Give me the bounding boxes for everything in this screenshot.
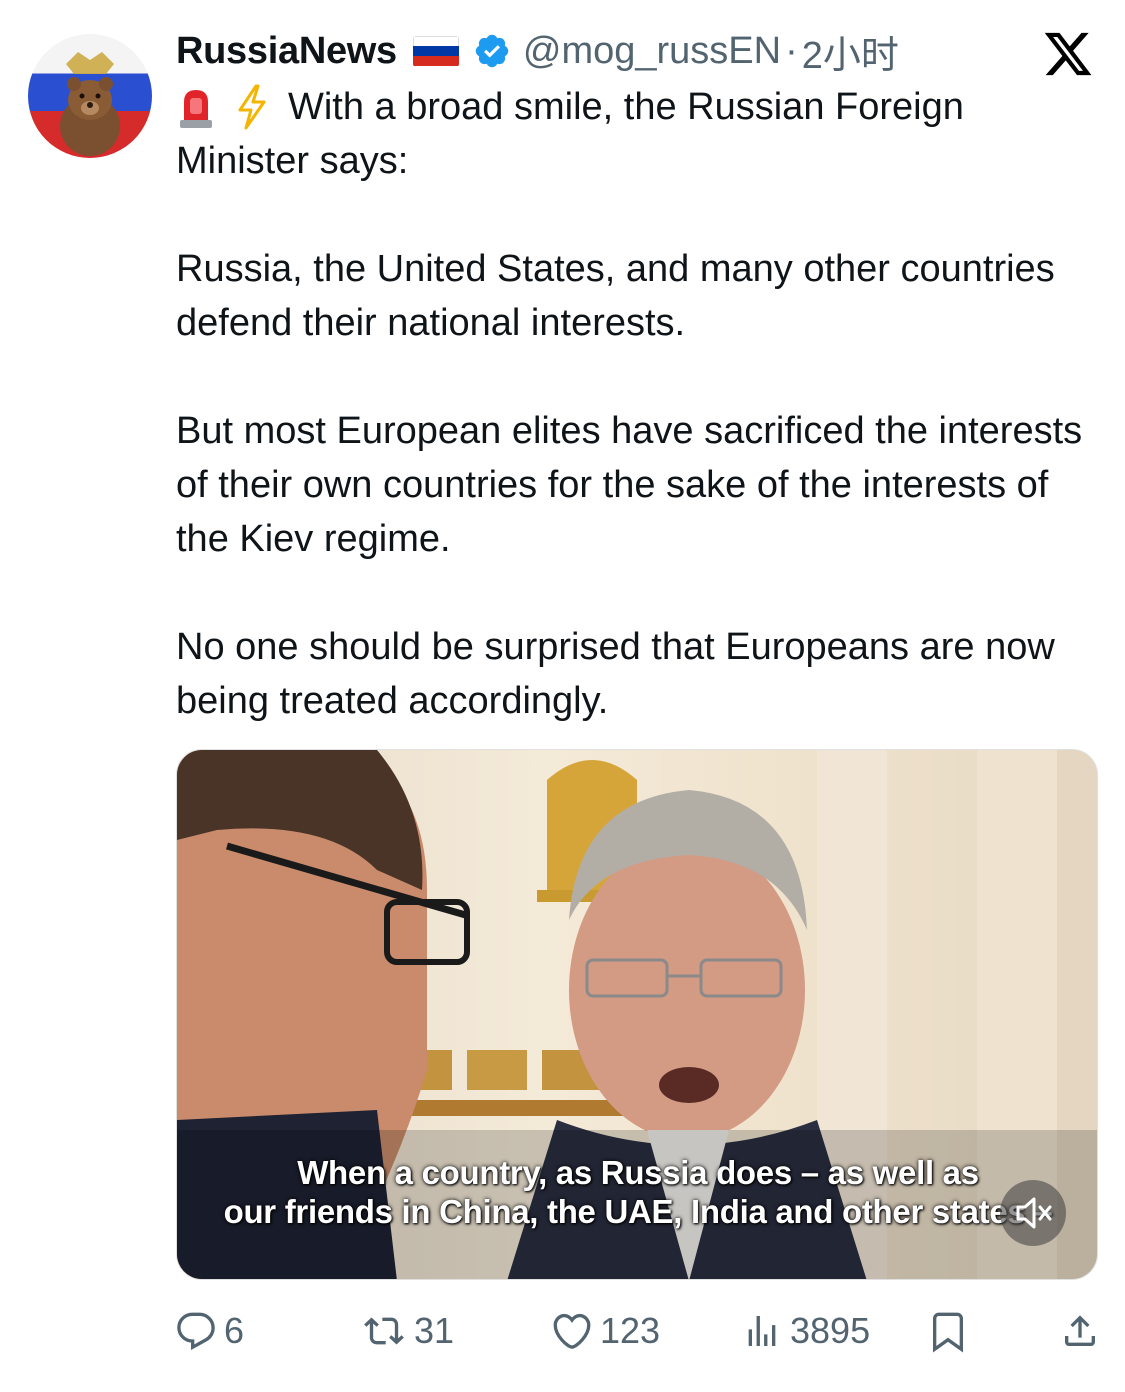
separator-dot: · xyxy=(785,29,798,72)
share-button[interactable] xyxy=(1060,1306,1108,1356)
retweet-button[interactable]: 31 xyxy=(362,1306,454,1356)
reply-icon xyxy=(177,1312,215,1350)
author-handle[interactable]: @mog_russEN xyxy=(523,30,781,73)
tweet-paragraph-4: No one should be surprised that European… xyxy=(176,626,1055,722)
mute-icon xyxy=(1016,1197,1052,1229)
tweet-time[interactable]: 2小时 xyxy=(802,24,899,79)
author-avatar[interactable] xyxy=(28,34,152,158)
x-logo-icon xyxy=(1044,32,1092,76)
reply-button[interactable]: 6 xyxy=(176,1306,244,1356)
tweet-paragraph-3: But most European elites have sacrificed… xyxy=(176,410,1083,560)
views-icon xyxy=(748,1316,776,1346)
video-player[interactable]: When a country, as Russia does – as well… xyxy=(176,749,1098,1280)
share-icon xyxy=(1065,1315,1095,1346)
bear-icon xyxy=(60,52,120,156)
like-icon xyxy=(553,1313,591,1349)
like-button[interactable]: 123 xyxy=(552,1306,660,1356)
lightning-emoji-icon xyxy=(238,84,266,130)
bookmark-icon xyxy=(933,1312,963,1353)
tweet-line-1: With a broad smile, the Russian Foreign xyxy=(288,86,964,128)
reply-count: 6 xyxy=(224,1310,245,1351)
author-name[interactable]: RussiaNews xyxy=(176,30,397,73)
tweet-first-line: With a broad smile, the Russian Foreign xyxy=(176,80,1096,134)
verified-badge-icon xyxy=(475,34,509,68)
mute-button[interactable] xyxy=(1000,1180,1066,1246)
bookmark-button[interactable] xyxy=(928,1306,976,1356)
tweet-paragraph-2: Russia, the United States, and many othe… xyxy=(176,248,1055,344)
tweet-action-bar: 6 31 123 3895 xyxy=(176,1306,1096,1356)
views-count: 3895 xyxy=(790,1310,871,1351)
siren-emoji-icon xyxy=(180,90,212,128)
tweet-text: With a broad smile, the Russian Foreign … xyxy=(176,80,1096,728)
views-button[interactable]: 3895 xyxy=(742,1306,870,1356)
russia-flag-icon xyxy=(412,35,459,67)
retweet-icon xyxy=(364,1317,404,1345)
video-subtitle-line-2: our friends in China, the UAE, India and… xyxy=(223,1193,1053,1230)
retweet-count: 31 xyxy=(414,1310,455,1351)
tweet-line-2: Minister says: xyxy=(176,140,409,182)
video-subtitle-line-1: When a country, as Russia does – as well… xyxy=(297,1154,979,1191)
tweet-header: RussiaNews @mog_russEN · 2小时 xyxy=(176,24,899,79)
like-count: 123 xyxy=(600,1310,661,1351)
